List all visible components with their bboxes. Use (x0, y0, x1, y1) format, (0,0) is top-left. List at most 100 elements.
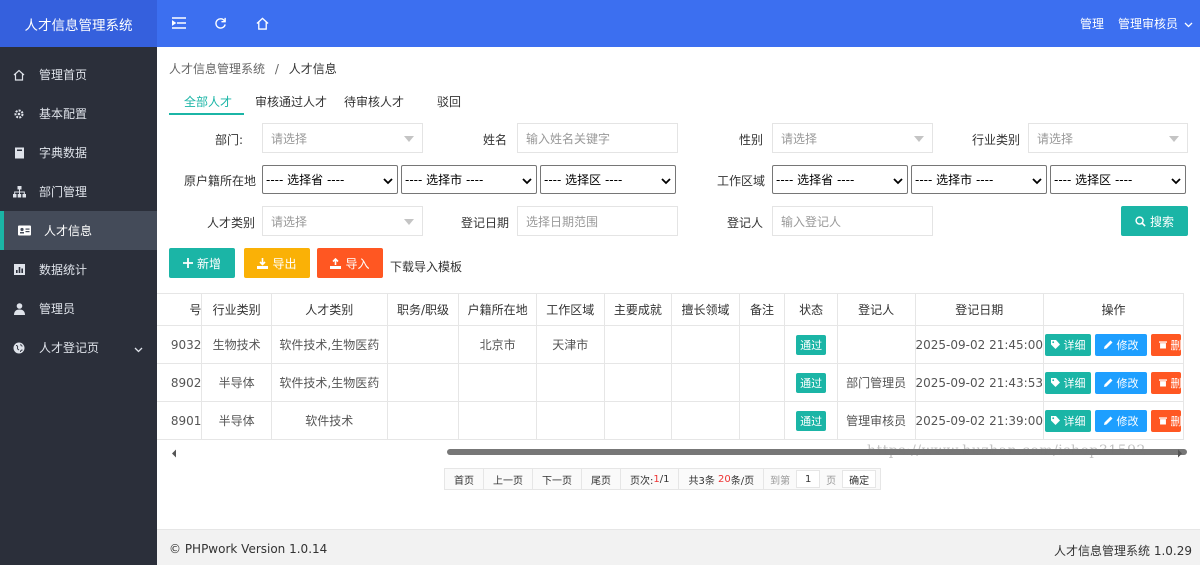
pager-goto-input[interactable]: 1 (796, 470, 821, 488)
app-title[interactable]: 人才信息管理系统 (0, 0, 157, 47)
breadcrumb-current: 人才信息 (288, 62, 337, 76)
delete-button[interactable]: 删 (1151, 409, 1182, 432)
col-header[interactable]: 号 (157, 293, 203, 326)
col-header[interactable]: 登记人 (836, 293, 916, 326)
name-label: 姓名 (483, 133, 508, 147)
footer-app-version: 人才信息管理系统 1.0.29 (1054, 544, 1192, 558)
detail-button[interactable]: 详细 (1045, 333, 1092, 356)
gender-label: 性别 (739, 133, 764, 147)
pager-next[interactable]: 下一页 (533, 469, 582, 489)
detail-button[interactable]: 详细 (1045, 371, 1092, 394)
household-district-select[interactable]: ---- 选择区 ---- (540, 165, 676, 194)
user-menu[interactable]: 管理审核员 (1118, 0, 1193, 47)
scroll-right-arrow-icon[interactable] (1177, 447, 1183, 461)
pager-first[interactable]: 首页 (445, 469, 484, 489)
col-header[interactable]: 擅长领域 (671, 293, 740, 326)
tab-rejected[interactable]: 驳回 (437, 93, 461, 110)
export-button[interactable]: 导出 (244, 248, 310, 278)
detail-button[interactable]: 详细 (1045, 409, 1092, 432)
main-content: 人才信息管理系统 / 人才信息 全部人才 审核通过人才 待审核人才 驳回 部门:… (157, 47, 1200, 529)
search-icon (1135, 215, 1146, 227)
caret-down-icon (404, 136, 414, 142)
breadcrumb-root[interactable]: 人才信息管理系统 (169, 62, 265, 76)
cell-remark (738, 325, 786, 364)
sidebar-item-config[interactable]: 基本配置 (0, 94, 157, 133)
pager-goto-label: 到第 (770, 475, 791, 487)
sidebar-item-dictionary[interactable]: 字典数据 (0, 133, 157, 172)
work-city-select[interactable]: ---- 选择市 ---- (911, 165, 1047, 194)
cell-registrar (836, 325, 916, 364)
delete-button[interactable]: 删 (1151, 371, 1182, 394)
col-header[interactable]: 户籍所在地 (458, 293, 537, 326)
pagination: 首页 上一页 下一页 尾页 页次: 1/1 共3条 20 条/页 到第 1 页 确定 (444, 468, 882, 490)
registrar-input[interactable]: 输入登记人 (772, 206, 933, 236)
reg-date-input[interactable]: 选择日期范围 (517, 206, 678, 236)
table-row: 9032 生物技术 软件技术,生物医药 北京市 天津市 通过 2025-09-0… (157, 325, 1185, 364)
menu-toggle-icon[interactable] (169, 13, 189, 33)
col-header[interactable]: 行业类别 (201, 293, 272, 326)
tab-pending[interactable]: 待审核人才 (344, 93, 404, 110)
dept-select[interactable]: 请选择 (262, 123, 423, 153)
col-header[interactable]: 操作 (1042, 293, 1185, 326)
manage-link[interactable]: 管理 (1080, 0, 1104, 47)
work-district-select[interactable]: ---- 选择区 ---- (1050, 165, 1186, 194)
sidebar-item-home[interactable]: 管理首页 (0, 55, 157, 94)
sidebar-item-departments[interactable]: 部门管理 (0, 172, 157, 211)
col-header[interactable]: 备注 (738, 293, 786, 326)
edit-button[interactable]: 修改 (1095, 333, 1148, 356)
home-icon[interactable] (252, 13, 272, 33)
import-button-label: 导入 (345, 256, 370, 271)
work-province-select[interactable]: ---- 选择省 ---- (772, 165, 908, 194)
tag-icon (1051, 340, 1061, 349)
sidebar-item-talent-info[interactable]: 人才信息 (0, 211, 157, 250)
cell-expertise (671, 401, 740, 440)
district-option: ---- 选择区 ---- (1054, 173, 1133, 187)
book-icon (12, 146, 26, 160)
col-header[interactable]: 工作区域 (535, 293, 605, 326)
edit-button[interactable]: 修改 (1095, 409, 1148, 432)
cell-household (458, 363, 537, 402)
cell-date: 2025-09-02 21:39:00 (914, 401, 1044, 440)
cell-expertise (671, 325, 740, 364)
edit-button[interactable]: 修改 (1095, 371, 1148, 394)
gear-icon (12, 107, 26, 121)
footer: © PHPwork Version 1.0.14 人才信息管理系统 1.0.29 (157, 529, 1200, 565)
cell-ops: 详细 修改 删 (1042, 325, 1185, 364)
col-header[interactable]: 登记日期 (914, 293, 1044, 326)
import-button[interactable]: 导入 (317, 248, 383, 278)
household-city-select[interactable]: ---- 选择市 ---- (401, 165, 537, 194)
gender-select[interactable]: 请选择 (772, 123, 933, 153)
export-button-label: 导出 (272, 256, 297, 271)
reg-date-label: 登记日期 (461, 216, 510, 230)
pager-confirm-button[interactable]: 确定 (842, 470, 877, 488)
add-button[interactable]: 新增 (169, 248, 235, 278)
cell-work-area (535, 401, 605, 440)
household-province-select[interactable]: ---- 选择省 ---- (262, 165, 398, 194)
search-button[interactable]: 搜索 (1121, 206, 1188, 236)
pager-last[interactable]: 尾页 (582, 469, 621, 489)
tab-approved[interactable]: 审核通过人才 (255, 93, 327, 110)
registrar-label: 登记人 (727, 216, 764, 230)
scroll-left-arrow-icon[interactable] (171, 447, 177, 461)
col-header[interactable]: 人才类别 (270, 293, 388, 326)
name-input[interactable]: 输入姓名关键字 (517, 123, 678, 153)
sidebar-item-admins[interactable]: 管理员 (0, 289, 157, 328)
talent-table-viewport[interactable]: 号 行业类别 人才类别 职务/职级 户籍所在地 工作区域 主要成就 擅长领域 备… (157, 293, 1200, 440)
sidebar-item-registration-page[interactable]: 人才登记页 (0, 328, 157, 367)
industry-select[interactable]: 请选择 (1028, 123, 1188, 153)
col-header[interactable]: 状态 (784, 293, 838, 326)
refresh-icon[interactable] (210, 13, 230, 33)
cell-ops: 详细 修改 删 (1042, 363, 1185, 402)
active-tab-underline (169, 113, 244, 115)
tab-all-talent[interactable]: 全部人才 (184, 93, 232, 110)
tag-icon (1051, 416, 1061, 425)
download-template-link[interactable]: 下载导入模板 (390, 258, 462, 275)
sitemap-icon (12, 185, 26, 199)
delete-button[interactable]: 删 (1151, 333, 1182, 356)
pager-prev[interactable]: 上一页 (484, 469, 533, 489)
caret-down-icon (1169, 136, 1179, 142)
col-header[interactable]: 职务/职级 (386, 293, 460, 326)
col-header[interactable]: 主要成就 (603, 293, 673, 326)
talent-type-select[interactable]: 请选择 (262, 206, 423, 236)
sidebar-item-statistics[interactable]: 数据统计 (0, 250, 157, 289)
